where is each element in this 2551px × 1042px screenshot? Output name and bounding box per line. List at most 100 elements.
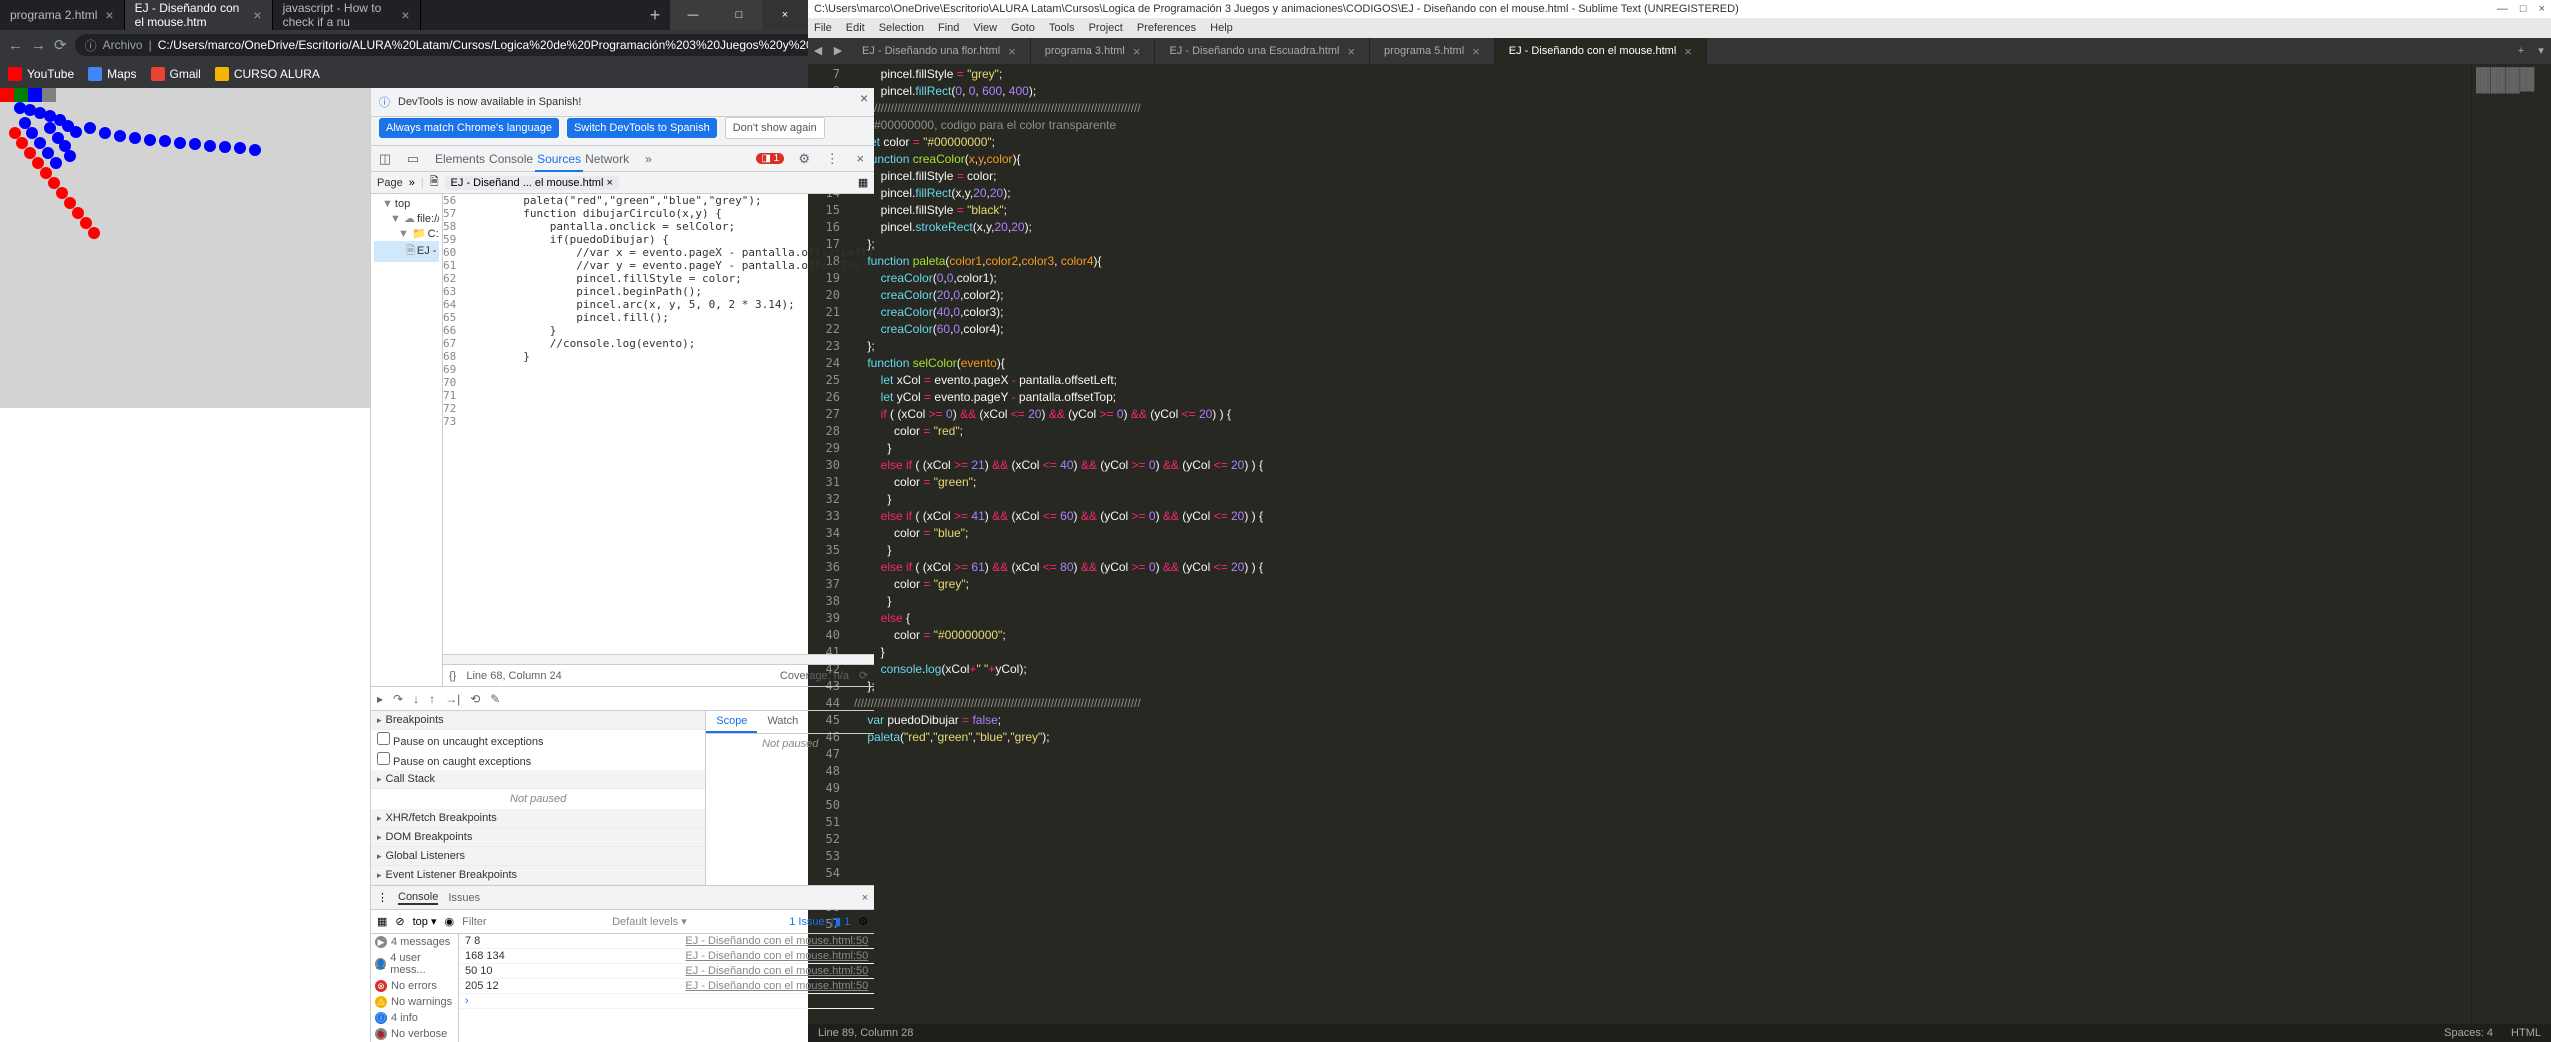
browser-tab[interactable]: javascript - How to check if a nu× <box>273 0 421 30</box>
devtools-tab-network[interactable]: Network <box>583 148 631 170</box>
menu-goto[interactable]: Goto <box>1011 22 1035 34</box>
menu-preferences[interactable]: Preferences <box>1137 22 1196 34</box>
menu-view[interactable]: View <box>973 22 997 34</box>
menu-project[interactable]: Project <box>1089 22 1123 34</box>
sublime-tab[interactable]: programa 3.html× <box>1031 38 1156 64</box>
bookmark-item[interactable]: YouTube <box>8 67 74 81</box>
drawing-canvas[interactable] <box>0 88 370 408</box>
tab-nav-left[interactable]: ◀ <box>808 38 828 64</box>
sublime-code-area[interactable]: pincel.fillStyle = "grey"; pincel.fillRe… <box>848 64 2471 1024</box>
pane-checkbox[interactable]: Pause on caught exceptions <box>371 750 705 770</box>
minimize-button[interactable]: — <box>670 0 716 30</box>
device-icon[interactable]: ▭ <box>405 151 421 167</box>
bookmark-item[interactable]: Maps <box>88 67 136 81</box>
console-side-item[interactable]: ⓘ4 info <box>371 1010 458 1026</box>
pane-checkbox[interactable]: Pause on uncaught exceptions <box>371 730 705 750</box>
browser-tab[interactable]: EJ - Diseñando con el mouse.htm× <box>125 0 273 30</box>
tab-close-icon[interactable]: × <box>1347 44 1355 59</box>
devtools-tab-sources[interactable]: Sources <box>535 148 583 172</box>
bookmark-item[interactable]: CURSO ALURA <box>215 67 320 81</box>
devtools-tab-elements[interactable]: Elements <box>433 148 487 170</box>
console-sidebar-icon[interactable]: ▦ <box>377 915 387 928</box>
pane-header[interactable]: ▸Event Listener Breakpoints <box>371 866 705 885</box>
sublime-tab[interactable]: programa 5.html× <box>1370 38 1495 64</box>
dont-show-button[interactable]: Don't show again <box>725 117 825 139</box>
console-issue-badge[interactable]: 1 Issue: ◨ 1 <box>789 915 850 928</box>
tab-close-icon[interactable]: × <box>401 7 409 23</box>
devtools-close-icon[interactable]: × <box>852 151 868 166</box>
debugger-control-icon[interactable]: ↓ <box>413 692 419 706</box>
tab-nav-right[interactable]: ▶ <box>828 38 848 64</box>
debugger-control-icon[interactable]: ▸ <box>377 692 383 706</box>
pane-header[interactable]: ▸XHR/fetch Breakpoints <box>371 809 705 828</box>
menu-tools[interactable]: Tools <box>1049 22 1075 34</box>
bookmark-item[interactable]: Gmail <box>151 67 201 81</box>
menu-edit[interactable]: Edit <box>846 22 865 34</box>
clear-console-icon[interactable]: ⊘ <box>395 915 404 928</box>
switch-spanish-button[interactable]: Switch DevTools to Spanish <box>567 118 717 138</box>
tab-close-icon[interactable]: × <box>1008 44 1016 59</box>
console-filter-input[interactable] <box>462 916 604 928</box>
menu-file[interactable]: File <box>814 22 832 34</box>
scope-tab[interactable]: Scope <box>706 711 757 733</box>
pane-header[interactable]: ▸DOM Breakpoints <box>371 828 705 847</box>
coverage-refresh-icon[interactable]: ⟳ <box>859 669 868 682</box>
close-button[interactable]: × <box>762 0 808 30</box>
inspect-icon[interactable]: ◫ <box>377 151 393 167</box>
horizontal-scrollbar[interactable] <box>443 654 874 664</box>
console-menu-icon[interactable]: ⋮ <box>377 891 388 904</box>
log-level-selector[interactable]: Default levels ▾ <box>612 915 687 928</box>
console-log-line[interactable]: 205 12EJ - Diseñando con el mouse.html:5… <box>459 979 874 994</box>
tab-add-button[interactable]: + <box>2511 38 2531 64</box>
console-tab[interactable]: Console <box>398 891 438 905</box>
new-tab-button[interactable]: + <box>640 0 670 30</box>
issue-badge[interactable]: ◨ 1 <box>756 153 784 164</box>
debugger-control-icon[interactable]: ⟲ <box>470 692 480 706</box>
sublime-tab[interactable]: EJ - Diseñando con el mouse.html× <box>1495 38 1707 64</box>
maximize-button[interactable]: □ <box>716 0 762 30</box>
issues-tab[interactable]: Issues <box>448 892 480 904</box>
sublime-tab[interactable]: EJ - Diseñando una Escuadra.html× <box>1155 38 1370 64</box>
live-expr-icon[interactable]: ◉ <box>445 915 455 928</box>
pane-header[interactable]: ▸Call Stack <box>371 770 705 789</box>
pane-header[interactable]: ▸Breakpoints <box>371 711 705 730</box>
console-side-item[interactable]: 🐞No verbose <box>371 1026 458 1042</box>
code-editor[interactable]: 565758596061626364656667686970717273 pal… <box>443 194 874 686</box>
file-chip-close[interactable]: × <box>606 177 612 189</box>
sublime-minimize-button[interactable]: — <box>2497 3 2508 15</box>
console-log-line[interactable]: 50 10EJ - Diseñando con el mouse.html:50 <box>459 964 874 979</box>
reload-button[interactable]: ⟳ <box>54 36 67 54</box>
console-log-line[interactable]: 168 134EJ - Diseñando con el mouse.html:… <box>459 949 874 964</box>
pane-header[interactable]: ▸Global Listeners <box>371 847 705 866</box>
status-language[interactable]: HTML <box>2511 1027 2541 1039</box>
tab-more-button[interactable]: ▾ <box>2531 38 2551 64</box>
back-button[interactable]: ← <box>8 37 23 54</box>
forward-button[interactable]: → <box>31 37 46 54</box>
status-spaces[interactable]: Spaces: 4 <box>2444 1027 2493 1039</box>
browser-tab[interactable]: programa 2.html× <box>0 0 125 30</box>
infobar-close[interactable]: × <box>860 90 868 106</box>
console-side-item[interactable]: ⊗No errors <box>371 978 458 994</box>
debugger-control-icon[interactable]: ↷ <box>393 692 403 706</box>
devtools-tab-console[interactable]: Console <box>487 148 535 170</box>
console-sidebar[interactable]: ▶4 messages👤4 user mess...⊗No errors⚠No … <box>371 934 459 1042</box>
more-tabs[interactable]: » <box>643 148 654 170</box>
menu-selection[interactable]: Selection <box>879 22 924 34</box>
context-selector[interactable]: top ▾ <box>413 915 437 928</box>
watch-tab[interactable]: Watch <box>757 711 808 733</box>
devtools-gear-icon[interactable]: ⚙ <box>796 151 812 167</box>
console-prompt[interactable]: › <box>459 994 874 1009</box>
match-chrome-lang-button[interactable]: Always match Chrome's language <box>379 118 559 138</box>
console-messages[interactable]: 7 8EJ - Diseñando con el mouse.html:5016… <box>459 934 874 1042</box>
page-label[interactable]: Page <box>377 177 403 189</box>
page-more[interactable]: » <box>409 177 415 189</box>
sublime-tab[interactable]: EJ - Diseñando una flor.html× <box>848 38 1031 64</box>
debugger-control-icon[interactable]: ↑ <box>429 692 435 706</box>
tab-close-icon[interactable]: × <box>1133 44 1141 59</box>
console-gear-icon[interactable]: ⚙ <box>858 915 868 928</box>
tab-close-icon[interactable]: × <box>253 7 261 23</box>
file-tree[interactable]: ▼top ▼ ☁file:// ▼ 📁C:/Users 🗎EJ - D <box>371 194 443 686</box>
tab-close-icon[interactable]: × <box>1472 44 1480 59</box>
debugger-control-icon[interactable]: ✎ <box>490 692 500 706</box>
console-side-item[interactable]: 👤4 user mess... <box>371 950 458 978</box>
